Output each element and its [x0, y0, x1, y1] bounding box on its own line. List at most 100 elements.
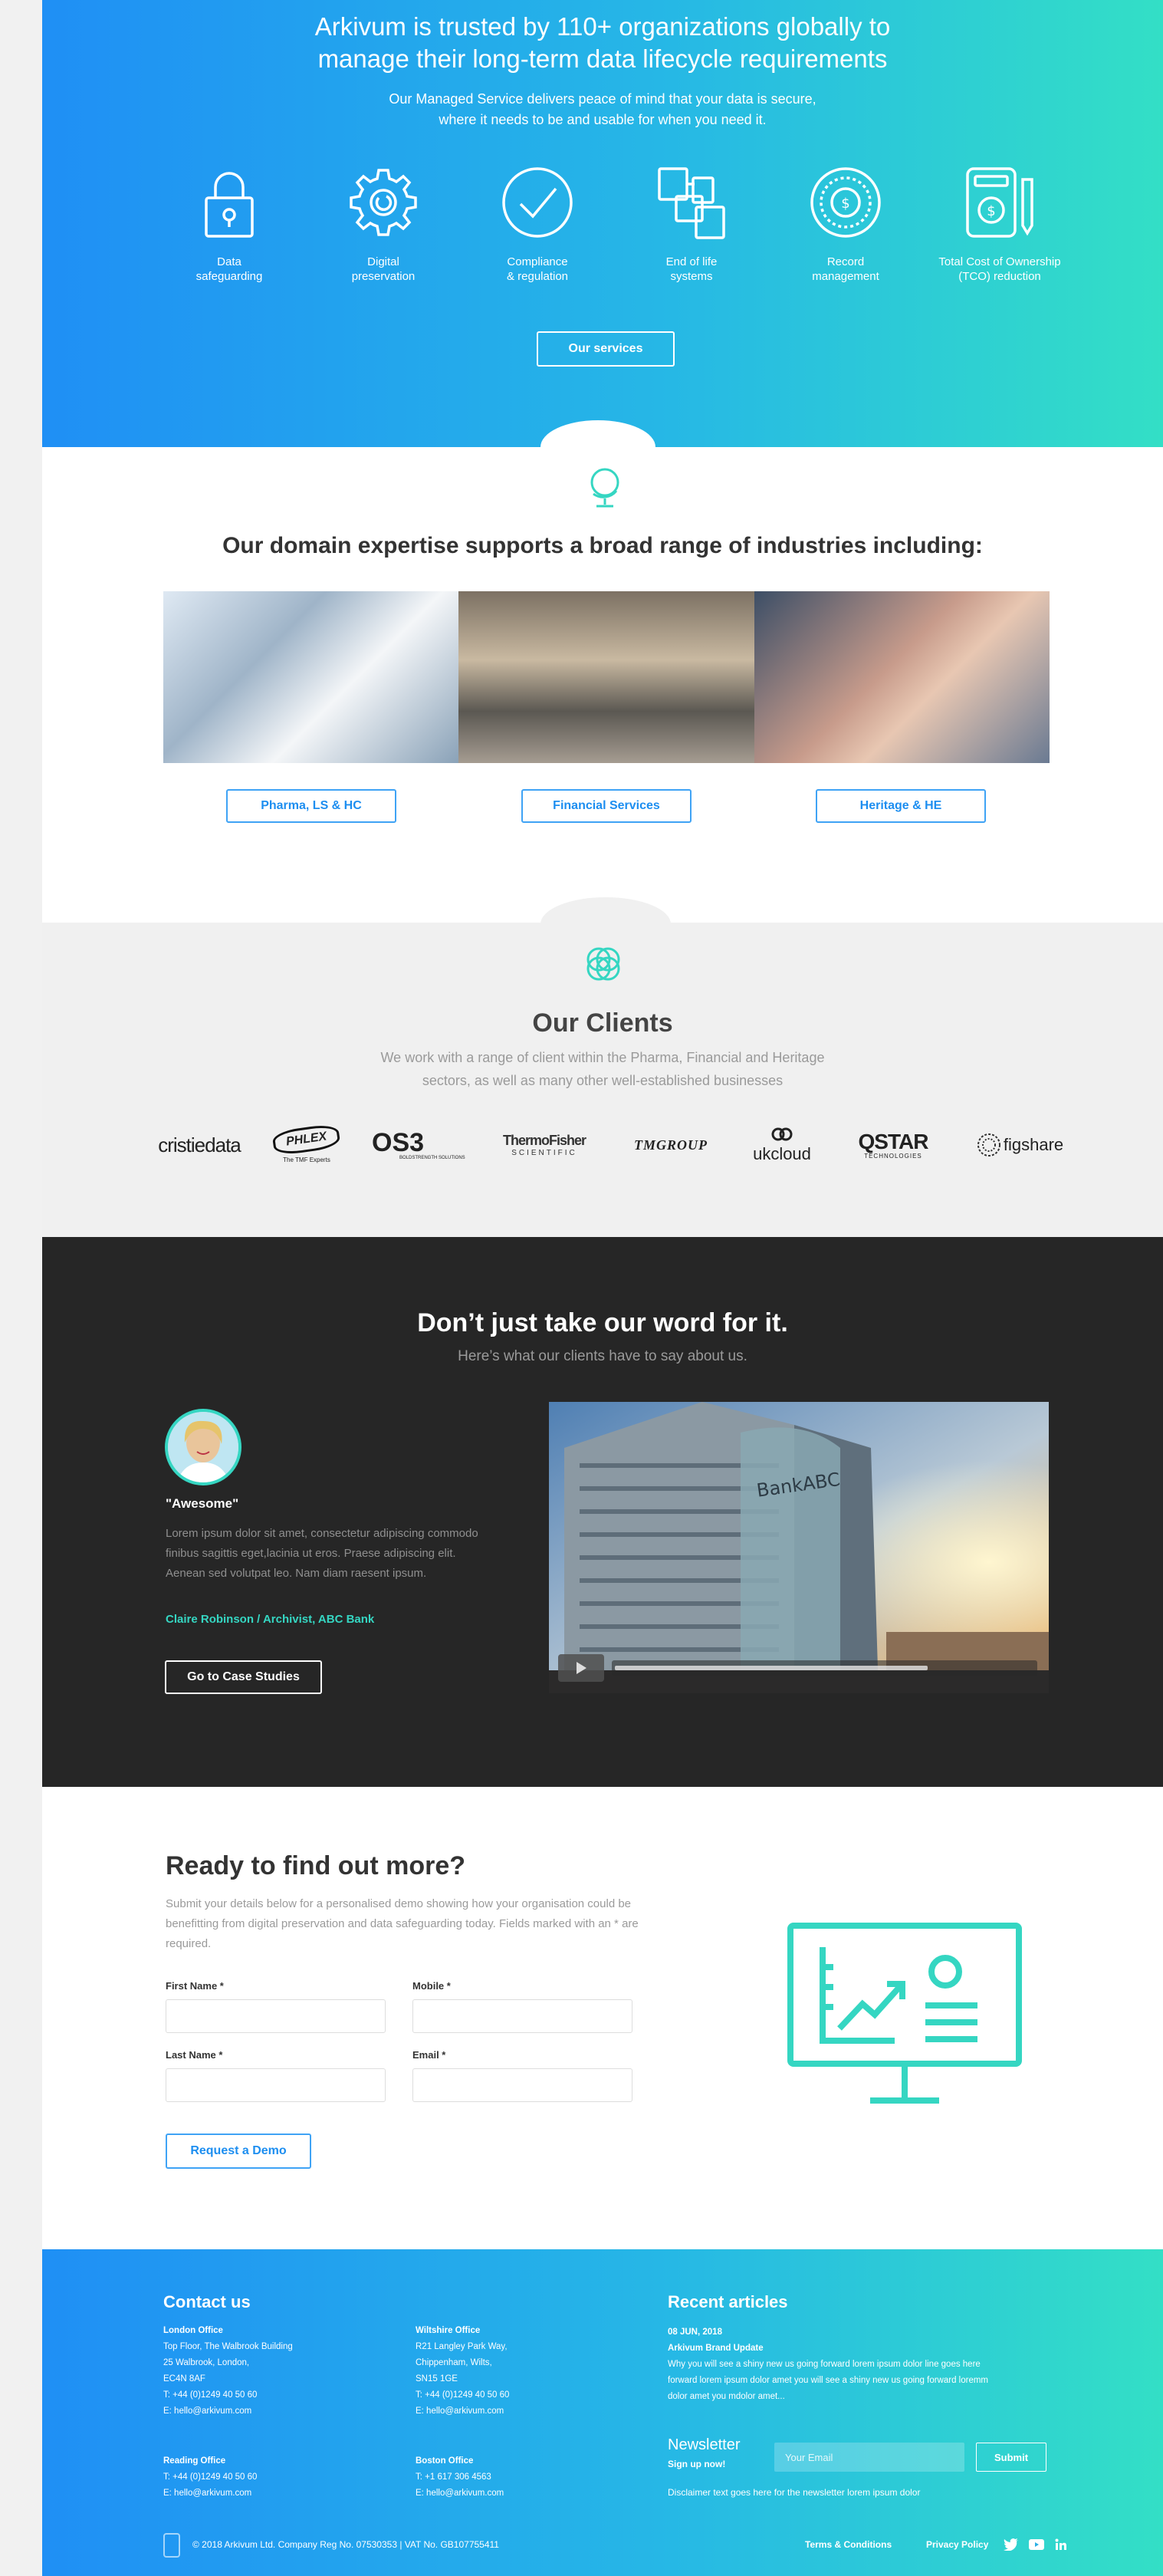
logo-figshare[interactable]: figshare	[962, 1114, 1077, 1176]
first-name-label: First Name *	[166, 1980, 224, 1992]
article-body: Why you will see a shiny new us going fo…	[668, 2360, 989, 2401]
linkedin-glyph-icon	[1055, 2538, 1066, 2550]
logo-cristie[interactable]: cristiedata	[149, 1114, 249, 1176]
feature-compliance[interactable]: Compliance & regulation	[472, 164, 603, 284]
mobile-field[interactable]	[412, 1999, 632, 2033]
client-logos: cristiedata PHLEX The TMF Experts OS3 BO…	[149, 1114, 1100, 1176]
contact-heading: Contact us	[163, 2292, 251, 2311]
logo-ukcloud-text: ukcloud	[753, 1144, 811, 1163]
industry-photos	[163, 591, 1050, 763]
feature-label-line2: preservation	[351, 270, 416, 283]
industry-heritage-button[interactable]: Heritage & HE	[816, 789, 986, 823]
office-line: T: +44 (0)1249 40 50 60	[163, 2390, 258, 2400]
clients-heading: Our Clients	[532, 1008, 673, 1038]
feature-tco-reduction[interactable]: $ Total Cost of Ownership (TCO) reduction	[935, 164, 1065, 284]
logo-os3-tag: BOLDSTRENGTH SOLUTIONS	[399, 1156, 465, 1160]
video-player[interactable]: BankABC	[549, 1402, 1049, 1693]
feature-label: Total Cost of Ownership (TCO) reduction	[935, 255, 1065, 284]
copyright: © 2018 Arkivum Ltd. Company Reg No. 0753…	[192, 2539, 499, 2550]
demo-form-section: Ready to find out more? Submit your deta…	[42, 1787, 1163, 2251]
article-item[interactable]: 08 JUN, 2018 Arkivum Brand Update Why yo…	[668, 2324, 990, 2405]
footer: Contact us London Office Top Floor, The …	[42, 2249, 1163, 2576]
hero-title-line1: Arkivum is trusted by 110+ organizations…	[314, 12, 891, 41]
our-services-button[interactable]: Our services	[537, 331, 675, 367]
youtube-glyph-icon	[1029, 2539, 1044, 2550]
logo-phlex-text: PHLEX	[271, 1122, 342, 1156]
office-line: EC4N 8AF	[163, 2374, 205, 2384]
logo-qstar-tag: TECHNOLOGIES	[864, 1152, 922, 1160]
analytics-monitor-icon	[787, 1923, 1022, 2104]
request-demo-button[interactable]: Request a Demo	[166, 2134, 311, 2169]
hero-section: Arkivum is trusted by 110+ organizations…	[42, 0, 1163, 447]
logo-figshare-text: figshare	[1003, 1135, 1064, 1154]
office-line: SN15 1GE	[416, 2374, 458, 2384]
clients-desc-line1: We work with a range of client within th…	[380, 1050, 825, 1065]
photo-pharma	[163, 591, 459, 763]
linkedin-icon[interactable]	[1053, 2536, 1069, 2553]
feature-label-line1: Compliance	[507, 255, 568, 268]
feature-label: Data safeguarding	[164, 255, 294, 284]
newsletter-title: Newsletter	[668, 2436, 741, 2453]
industry-pharma-button[interactable]: Pharma, LS & HC	[226, 789, 396, 823]
logo-cristie-text: cristiedata	[158, 1133, 241, 1156]
hero-subtitle: Our Managed Service delivers peace of mi…	[42, 89, 1163, 130]
office-line: Top Floor, The Walbrook Building	[163, 2342, 293, 2351]
logo-qstar[interactable]: QSTAR TECHNOLOGIES	[839, 1114, 947, 1176]
newsletter-email-input[interactable]	[774, 2443, 964, 2472]
feature-label: Compliance & regulation	[472, 255, 603, 284]
logo-thermofisher[interactable]: ThermoFisher SCIENTIFIC	[494, 1114, 594, 1176]
article-date: 08 JUN, 2018	[668, 2328, 722, 2337]
logo-tmgroup[interactable]: TMGROUP	[617, 1114, 724, 1176]
logo-phlex-tag: The TMF Experts	[283, 1156, 330, 1163]
office-reading: Reading Office T: +44 (0)1249 40 50 60 E…	[163, 2453, 393, 2502]
hero-subtitle-line1: Our Managed Service delivers peace of mi…	[389, 91, 816, 107]
feature-record-management[interactable]: $ Record management	[780, 164, 911, 284]
twitter-icon[interactable]	[1003, 2536, 1020, 2553]
mobile-label: Mobile *	[412, 1980, 451, 1992]
office-line: Chippenham, Wilts,	[416, 2358, 492, 2367]
page: Arkivum is trusted by 110+ organizations…	[42, 0, 1163, 2576]
logo-phlex[interactable]: PHLEX The TMF Experts	[264, 1114, 349, 1176]
terms-link[interactable]: Terms & Conditions	[805, 2539, 892, 2550]
office-email[interactable]: E: hello@arkivum.com	[416, 2486, 646, 2502]
logo-ukcloud[interactable]: ukcloud	[740, 1114, 824, 1176]
first-name-field[interactable]	[166, 1999, 386, 2033]
video-thumbnail: BankABC	[549, 1402, 1049, 1693]
office-name: Boston Office	[416, 2456, 474, 2466]
clients-section: Our Clients We work with a range of clie…	[42, 923, 1163, 1237]
person-portrait-icon	[168, 1412, 238, 1482]
feature-list: Data safeguarding Digital preservation Com…	[164, 164, 1084, 302]
office-email[interactable]: E: hello@arkivum.com	[163, 2486, 393, 2502]
logo-os3[interactable]: OS3 BOLDSTRENGTH SOLUTIONS	[372, 1114, 471, 1176]
privacy-link[interactable]: Privacy Policy	[926, 2539, 988, 2550]
logo-tmgroup-text: TMGROUP	[634, 1137, 708, 1153]
logo-thermo-line2: SCIENTIFIC	[511, 1149, 577, 1157]
feature-data-safeguarding[interactable]: Data safeguarding	[164, 164, 294, 284]
newsletter-submit-button[interactable]: Submit	[976, 2443, 1046, 2472]
feature-digital-preservation[interactable]: Digital preservation	[318, 164, 448, 284]
email-field[interactable]	[412, 2068, 632, 2102]
logo-qstar-text: QSTAR	[858, 1129, 929, 1153]
case-studies-button[interactable]: Go to Case Studies	[165, 1660, 322, 1694]
play-button[interactable]	[558, 1654, 604, 1682]
last-name-field[interactable]	[166, 2068, 386, 2102]
logo-os3-text: OS3	[372, 1128, 425, 1157]
video-progress-bar[interactable]	[612, 1660, 1037, 1676]
feature-label-line1: Total Cost of Ownership	[938, 255, 1061, 268]
testimonial-heading: Don’t just take our word for it.	[417, 1308, 788, 1337]
play-icon	[577, 1662, 586, 1674]
industry-financial-button[interactable]: Financial Services	[521, 789, 692, 823]
svg-text:$: $	[841, 196, 849, 212]
office-name: London Office	[163, 2326, 223, 2335]
testimonial-subheading: Here’s what our clients have to say abou…	[458, 1348, 747, 1364]
last-name-label: Last Name *	[166, 2049, 223, 2061]
figshare-mark-icon	[977, 1133, 1000, 1156]
office-email[interactable]: E: hello@arkivum.com	[416, 2403, 646, 2420]
avatar	[165, 1409, 241, 1485]
gear-icon	[350, 169, 417, 236]
feature-end-of-life[interactable]: End of life systems	[626, 164, 757, 284]
office-email[interactable]: E: hello@arkivum.com	[163, 2403, 393, 2420]
logo-thermo-line1: ThermoFisher	[502, 1133, 586, 1148]
office-line: T: +44 (0)1249 40 50 60	[416, 2390, 510, 2400]
youtube-icon[interactable]	[1028, 2536, 1045, 2553]
